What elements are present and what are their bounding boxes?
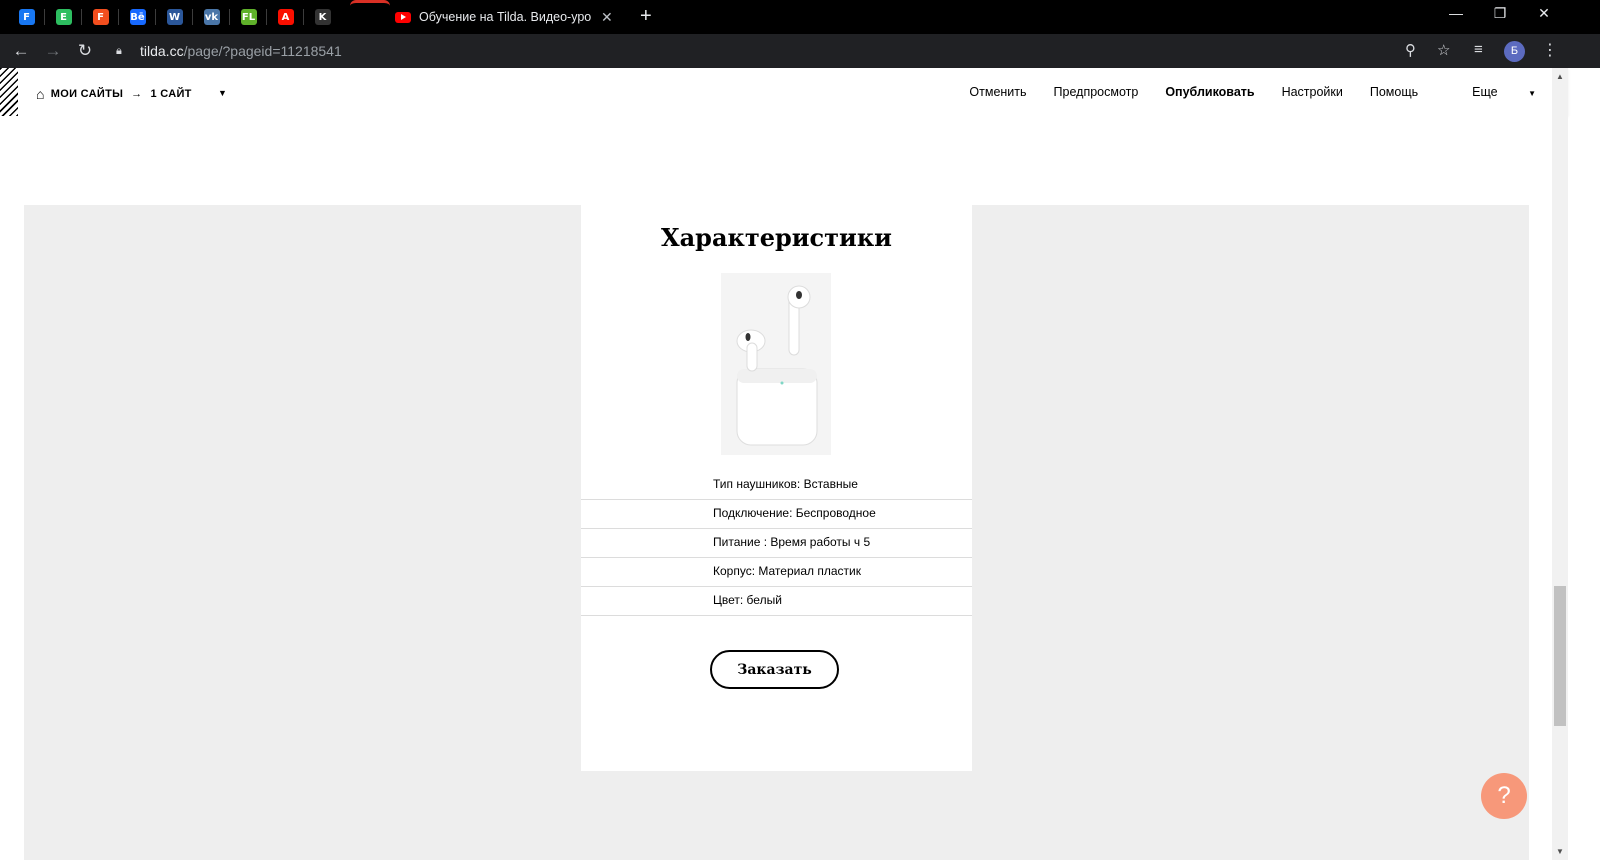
breadcrumb-my-sites[interactable]: МОИ САЙТЫ [51, 88, 123, 100]
publish-link[interactable]: Опубликовать [1165, 85, 1254, 99]
evernote-icon: E [55, 9, 72, 25]
product-image [721, 273, 831, 455]
minimize-window-icon[interactable]: — [1436, 5, 1476, 21]
scrollbar-thumb[interactable] [1554, 586, 1566, 726]
browser-toolbar: ← → ↻ 🔒︎ tilda.cc/page/?pageid=11218541 … [0, 34, 1600, 68]
tab-title: Обучение на Tilda. Видео-урок [419, 10, 591, 24]
close-tab-icon[interactable]: ✕ [601, 9, 613, 26]
scroll-down-arrow-icon[interactable]: ▼ [1556, 847, 1564, 856]
browser-tab-bar: F E F Bē Wvk FL A K Обучение на Tilda. Видео-ур… [0, 0, 1600, 34]
word-icon: W [166, 9, 183, 25]
restore-window-icon[interactable]: ❐ [1480, 5, 1520, 22]
spec-row: Цвет: белый [581, 587, 972, 616]
breadcrumb: ⌂ МОИ САЙТЫ → 1 САЙТ [36, 86, 192, 102]
spec-list: Тип наушников: Вставные Подключение: Бесп… [581, 471, 972, 616]
zoom-icon[interactable]: ⚲ [1405, 41, 1416, 59]
pinned-tab[interactable]: Bē [119, 0, 156, 34]
content-block[interactable]: Характеристики Тип наушников: Вставные П… [24, 205, 1529, 860]
home-icon[interactable]: ⌂ [36, 86, 45, 102]
pinned-tab-active[interactable] [350, 0, 390, 34]
behance-icon: Bē [129, 9, 146, 25]
help-link[interactable]: Помощь [1370, 85, 1418, 99]
pinned-tab[interactable]: K [304, 0, 341, 34]
chevron-down-icon: ▼ [1528, 89, 1536, 98]
breadcrumb-site[interactable]: 1 САЙТ [150, 88, 191, 100]
adobe-icon: A [277, 9, 294, 25]
product-card: Характеристики Тип наушников: Вставные П… [581, 205, 972, 771]
facebook-icon: F [18, 9, 35, 25]
close-window-icon[interactable]: ✕ [1524, 5, 1564, 22]
pinned-tab[interactable]: vk [193, 0, 230, 34]
browser-tab-active[interactable]: Обучение на Tilda. Видео-урок ✕ [395, 0, 625, 34]
lock-icon: 🔒︎ [116, 44, 122, 57]
browser-menu-icon[interactable]: ⋮ [1542, 40, 1558, 60]
pinned-tab[interactable]: FL [230, 0, 267, 34]
preview-link[interactable]: Предпросмотр [1054, 85, 1139, 99]
settings-link[interactable]: Настройки [1282, 85, 1343, 99]
new-tab-button[interactable]: + [640, 6, 652, 26]
site-dropdown-icon[interactable]: ▼ [218, 88, 227, 98]
scroll-up-arrow-icon[interactable]: ▲ [1556, 72, 1564, 81]
back-icon[interactable]: ← [10, 40, 32, 62]
vk-icon: vk [203, 9, 220, 25]
page-canvas: Характеристики Тип наушников: Вставные П… [0, 116, 1552, 860]
pinned-tab[interactable]: A [267, 0, 304, 34]
profile-avatar[interactable]: Б [1504, 41, 1525, 62]
kwork-icon: K [314, 9, 331, 25]
pinned-tab[interactable]: F [82, 0, 119, 34]
media-control-icon[interactable]: ≡ [1474, 41, 1483, 58]
cancel-link[interactable]: Отменить [969, 85, 1026, 99]
spec-row: Подключение: Беспроводное [581, 500, 972, 529]
pinned-tab[interactable]: W [156, 0, 193, 34]
order-button[interactable]: Заказать [710, 650, 839, 689]
pinned-tab[interactable]: E [45, 0, 82, 34]
tilda-logo-pattern [0, 68, 18, 116]
editor-menu: Отменить Предпросмотр Опубликовать Настр… [942, 68, 1536, 116]
address-bar[interactable]: 🔒︎ tilda.cc/page/?pageid=11218541 [108, 37, 1478, 65]
breadcrumb-separator: → [131, 88, 143, 100]
spec-row: Корпус: Материал пластик [581, 558, 972, 587]
figma-icon: F [92, 9, 109, 25]
more-menu[interactable]: Еще ▼ [1445, 85, 1536, 99]
spec-row: Питание : Время работы ч 5 [581, 529, 972, 558]
bookmark-star-icon[interactable]: ☆ [1437, 41, 1450, 59]
tilda-editor-header: ⌂ МОИ САЙТЫ → 1 САЙТ ▼ Отменить Предпрос… [0, 68, 1568, 116]
help-button[interactable]: ? [1481, 773, 1527, 819]
spec-row: Тип наушников: Вставные [581, 471, 972, 500]
forward-icon[interactable]: → [42, 40, 64, 62]
url-text: tilda.cc/page/?pageid=11218541 [140, 43, 342, 59]
page-scrollbar[interactable]: ▲ ▼ [1552, 68, 1568, 860]
airpods-image [721, 273, 831, 455]
card-title: Характеристики [661, 223, 892, 252]
fl-icon: FL [240, 9, 257, 25]
pinned-tab[interactable]: F [8, 0, 45, 34]
youtube-icon [395, 11, 411, 23]
reload-icon[interactable]: ↻ [74, 40, 96, 62]
